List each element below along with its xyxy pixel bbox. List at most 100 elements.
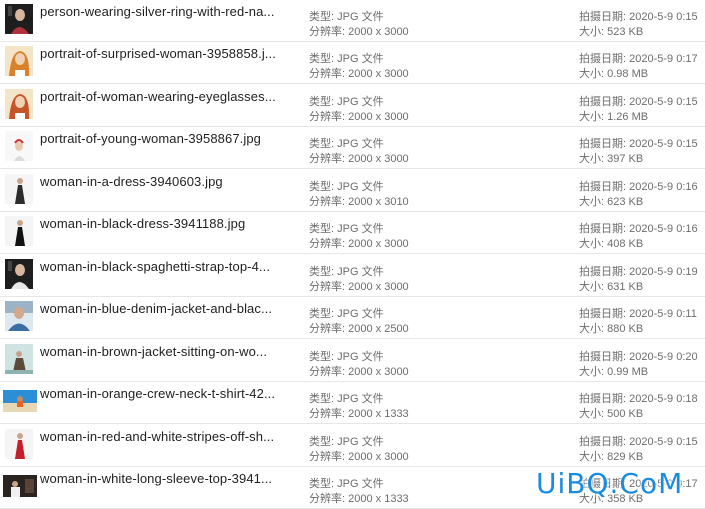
- size-value: 880 KB: [607, 323, 644, 335]
- file-name[interactable]: person-wearing-silver-ring-with-red-na..…: [40, 4, 300, 19]
- resolution-label: 分辨率:: [309, 68, 349, 80]
- file-name[interactable]: woman-in-black-spaghetti-strap-top-4...: [40, 259, 300, 274]
- file-name[interactable]: woman-in-white-long-sleeve-top-3941...: [40, 471, 300, 486]
- type-label: 类型:: [309, 181, 338, 193]
- file-thumbnail[interactable]: [5, 301, 33, 331]
- file-type: 类型: JPG 文件: [309, 178, 384, 194]
- date-label: 拍摄日期:: [579, 436, 630, 448]
- file-name[interactable]: woman-in-a-dress-3940603.jpg: [40, 174, 300, 189]
- file-row[interactable]: woman-in-orange-crew-neck-t-shirt-42... 类…: [0, 382, 705, 424]
- file-thumbnail[interactable]: [5, 131, 33, 161]
- resolution-value: 2000 x 3000: [348, 238, 409, 250]
- date-value: 2020-5-9 0:15: [629, 138, 698, 150]
- type-value: JPG 文件: [337, 436, 384, 448]
- size-value: 631 KB: [607, 281, 644, 293]
- file-row[interactable]: woman-in-a-dress-3940603.jpg 类型: JPG 文件 分辨…: [0, 170, 705, 212]
- resolution-label: 分辨率:: [309, 323, 349, 335]
- file-thumbnail[interactable]: [5, 46, 33, 76]
- file-size: 大小: 397 KB: [579, 150, 643, 166]
- date-label: 拍摄日期:: [579, 138, 630, 150]
- file-name[interactable]: woman-in-black-dress-3941188.jpg: [40, 216, 300, 231]
- resolution-value: 2000 x 1333: [348, 408, 409, 420]
- type-value: JPG 文件: [337, 96, 384, 108]
- file-name[interactable]: woman-in-blue-denim-jacket-and-blac...: [40, 301, 300, 316]
- date-label: 拍摄日期:: [579, 53, 630, 65]
- type-value: JPG 文件: [337, 308, 384, 320]
- file-type: 类型: JPG 文件: [309, 433, 384, 449]
- size-label: 大小:: [579, 323, 608, 335]
- file-name[interactable]: portrait-of-surprised-woman-3958858.j...: [40, 46, 300, 61]
- file-type: 类型: JPG 文件: [309, 135, 384, 151]
- file-name[interactable]: woman-in-red-and-white-stripes-off-sh...: [40, 429, 300, 444]
- file-thumbnail[interactable]: [5, 4, 33, 34]
- file-thumbnail[interactable]: [3, 390, 37, 412]
- file-date-taken: 拍摄日期: 2020-5-9 0:16: [579, 220, 698, 236]
- size-value: 500 KB: [607, 408, 644, 420]
- file-thumbnail[interactable]: [5, 89, 33, 119]
- file-thumbnail[interactable]: [3, 475, 37, 497]
- file-row[interactable]: person-wearing-silver-ring-with-red-na..…: [0, 0, 705, 42]
- type-label: 类型:: [309, 138, 338, 150]
- date-label: 拍摄日期:: [579, 308, 630, 320]
- type-label: 类型:: [309, 308, 338, 320]
- file-type: 类型: JPG 文件: [309, 390, 384, 406]
- file-type: 类型: JPG 文件: [309, 475, 384, 491]
- date-value: 2020-5-9 0:15: [629, 96, 698, 108]
- file-thumbnail[interactable]: [5, 216, 33, 246]
- size-label: 大小:: [579, 408, 608, 420]
- file-size: 大小: 623 KB: [579, 193, 643, 209]
- size-label: 大小:: [579, 196, 608, 208]
- file-date-taken: 拍摄日期: 2020-5-9 0:16: [579, 178, 698, 194]
- file-row[interactable]: woman-in-black-dress-3941188.jpg 类型: JPG …: [0, 212, 705, 254]
- file-type: 类型: JPG 文件: [309, 263, 384, 279]
- type-value: JPG 文件: [337, 223, 384, 235]
- size-label: 大小:: [579, 111, 608, 123]
- file-type: 类型: JPG 文件: [309, 8, 384, 24]
- file-row[interactable]: woman-in-red-and-white-stripes-off-sh...…: [0, 425, 705, 467]
- file-date-taken: 拍摄日期: 2020-5-9 0:19: [579, 263, 698, 279]
- type-value: JPG 文件: [337, 11, 384, 23]
- date-value: 2020-5-9 0:19: [629, 266, 698, 278]
- type-value: JPG 文件: [337, 138, 384, 150]
- type-value: JPG 文件: [337, 393, 384, 405]
- file-date-taken: 拍摄日期: 2020-5-9 0:15: [579, 93, 698, 109]
- size-value: 408 KB: [607, 238, 644, 250]
- date-value: 2020-5-9 0:16: [629, 223, 698, 235]
- file-size: 大小: 500 KB: [579, 405, 643, 421]
- resolution-label: 分辨率:: [309, 451, 349, 463]
- file-row[interactable]: portrait-of-surprised-woman-3958858.j...…: [0, 42, 705, 84]
- type-value: JPG 文件: [337, 181, 384, 193]
- file-name[interactable]: woman-in-orange-crew-neck-t-shirt-42...: [40, 386, 300, 401]
- file-row[interactable]: portrait-of-woman-wearing-eyeglasses... 类…: [0, 85, 705, 127]
- file-row[interactable]: woman-in-brown-jacket-sitting-on-wo... 类型…: [0, 340, 705, 382]
- size-value: 623 KB: [607, 196, 644, 208]
- type-label: 类型:: [309, 266, 338, 278]
- file-resolution: 分辨率: 2000 x 3000: [309, 278, 409, 294]
- file-size: 大小: 0.98 MB: [579, 65, 648, 81]
- date-label: 拍摄日期:: [579, 223, 630, 235]
- size-label: 大小:: [579, 68, 608, 80]
- size-label: 大小:: [579, 281, 608, 293]
- file-thumbnail[interactable]: [5, 259, 33, 289]
- file-name[interactable]: woman-in-brown-jacket-sitting-on-wo...: [40, 344, 300, 359]
- file-resolution: 分辨率: 2000 x 1333: [309, 405, 409, 421]
- file-thumbnail[interactable]: [5, 344, 33, 374]
- file-row[interactable]: portrait-of-young-woman-3958867.jpg 类型: J…: [0, 127, 705, 169]
- resolution-value: 2000 x 3000: [348, 26, 409, 38]
- file-row[interactable]: woman-in-blue-denim-jacket-and-blac... 类型…: [0, 297, 705, 339]
- date-label: 拍摄日期:: [579, 351, 630, 363]
- date-value: 2020-5-9 0:15: [629, 11, 698, 23]
- file-thumbnail[interactable]: [5, 174, 33, 204]
- file-size: 大小: 1.26 MB: [579, 108, 648, 124]
- file-date-taken: 拍摄日期: 2020-5-9 0:15: [579, 8, 698, 24]
- file-name[interactable]: portrait-of-woman-wearing-eyeglasses...: [40, 89, 300, 104]
- file-type: 类型: JPG 文件: [309, 50, 384, 66]
- resolution-value: 2000 x 3000: [348, 111, 409, 123]
- file-row[interactable]: woman-in-black-spaghetti-strap-top-4... 类…: [0, 255, 705, 297]
- file-thumbnail[interactable]: [5, 429, 33, 459]
- file-name[interactable]: portrait-of-young-woman-3958867.jpg: [40, 131, 300, 146]
- file-date-taken: 拍摄日期: 2020-5-9 0:20: [579, 348, 698, 364]
- file-resolution: 分辨率: 2000 x 3000: [309, 363, 409, 379]
- resolution-label: 分辨率:: [309, 111, 349, 123]
- type-label: 类型:: [309, 436, 338, 448]
